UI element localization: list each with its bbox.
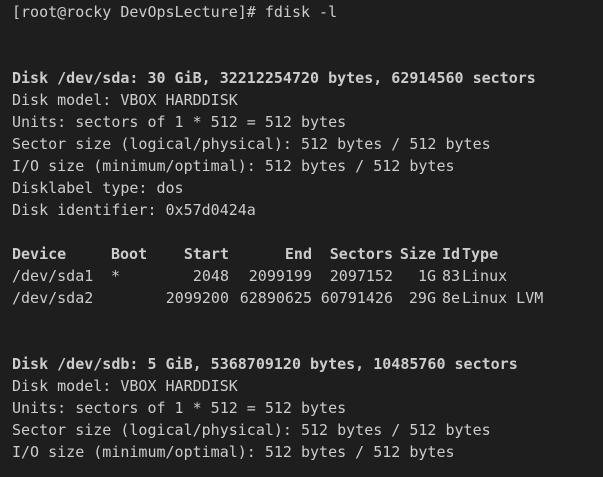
sdb-model: Disk model: VBOX HARDDISK — [12, 377, 238, 395]
row-type: Linux — [462, 267, 508, 285]
table-row: /dev/sda1 * 2048 2099199 2097152 1G 83 L… — [12, 265, 603, 287]
row-end: 62890625 — [239, 289, 312, 307]
row-end: 2099199 — [248, 267, 312, 285]
row-start: 2048 — [192, 267, 229, 285]
col-id: Id — [441, 245, 460, 263]
sda-io-size: I/O size (minimum/optimal): 512 bytes / … — [12, 157, 455, 175]
row-size: 1G — [417, 267, 436, 285]
col-sectors: Sectors — [329, 245, 393, 263]
partition-table-header: Device Boot Start End Sectors Size Id Ty… — [12, 243, 603, 265]
sda-model: Disk model: VBOX HARDDISK — [12, 91, 238, 109]
command-text: fdisk -l — [264, 3, 338, 21]
row-device: /dev/sda1 — [12, 267, 94, 285]
col-start: Start — [183, 245, 229, 263]
command-line: [root@rocky DevOpsLecture]# fdisk -l — [12, 1, 337, 23]
table-row: /dev/sda2 2099200 62890625 60791426 29G … — [12, 287, 603, 309]
shell-prompt: [root@rocky DevOpsLecture]# — [12, 3, 265, 21]
col-end: End — [284, 245, 312, 263]
row-sectors: 60791426 — [320, 289, 393, 307]
row-device: /dev/sda2 — [12, 289, 94, 307]
row-id: 83 — [441, 267, 460, 285]
row-id: 8e — [441, 289, 460, 307]
sdb-io-size: I/O size (minimum/optimal): 512 bytes / … — [12, 443, 455, 461]
row-start: 2099200 — [165, 289, 229, 307]
col-device: Device — [12, 245, 67, 263]
sda-units: Units: sectors of 1 * 512 = 512 bytes — [12, 113, 347, 131]
sdb-sector-size: Sector size (logical/physical): 512 byte… — [12, 421, 491, 439]
sda-label-type: Disklabel type: dos — [12, 179, 184, 197]
sda-heading: Disk /dev/sda: 30 GiB, 32212254720 bytes… — [12, 69, 536, 87]
col-type: Type — [462, 245, 499, 263]
col-boot: Boot — [111, 245, 148, 263]
terminal-output[interactable]: [root@rocky DevOpsLecture]# fdisk -l Dis… — [12, 0, 603, 477]
sdb-units: Units: sectors of 1 * 512 = 512 bytes — [12, 399, 347, 417]
sda-identifier: Disk identifier: 0x57d0424a — [12, 201, 256, 219]
sdb-heading: Disk /dev/sdb: 5 GiB, 5368709120 bytes, … — [12, 355, 518, 373]
row-boot: * — [111, 267, 121, 285]
sda-sector-size: Sector size (logical/physical): 512 byte… — [12, 135, 491, 153]
col-size: Size — [399, 245, 436, 263]
row-sectors: 2097152 — [329, 267, 393, 285]
row-size: 29G — [408, 289, 436, 307]
row-type: Linux LVM — [462, 289, 544, 307]
